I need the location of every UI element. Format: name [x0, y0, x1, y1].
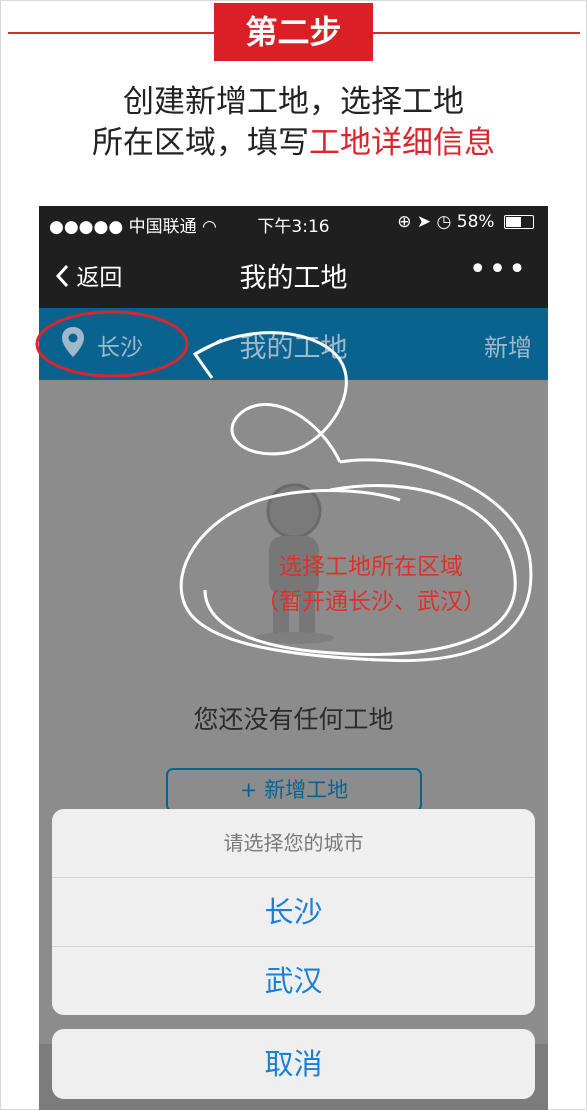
add-site-button[interactable]: + 新增工地 — [166, 768, 422, 812]
intro-highlight: 工地详细信息 — [309, 125, 495, 161]
status-bar: ●●●●● 中国联通 ◠ 下午3:16 ⊕ ➤ ◷ 58% — [39, 206, 548, 238]
nav-bar: 返回 我的工地 ••• — [39, 238, 548, 308]
lock-rotation-icon: ⊕ — [397, 212, 412, 232]
cancel-button[interactable]: 取消 — [52, 1029, 535, 1099]
subheader-title: 我的工地 — [239, 333, 348, 364]
add-site-link[interactable]: 新增 — [484, 328, 532, 363]
header-rule-left — [8, 32, 214, 34]
annotation-line-1: 选择工地所在区域 — [279, 554, 463, 580]
intro-line-2: 所在区域，填写工地详细信息 — [0, 123, 587, 163]
battery-fill — [506, 217, 521, 227]
more-options-button[interactable]: ••• — [469, 252, 528, 287]
intro-line-2-text: 所在区域，填写 — [92, 125, 309, 161]
phone-screen: ●●●●● 中国联通 ◠ 下午3:16 ⊕ ➤ ◷ 58% 返回 我的工地 ••… — [39, 206, 548, 1110]
city-action-sheet: 请选择您的城市 长沙 武汉 — [52, 809, 535, 1015]
site-subheader: 长沙 我的工地 新增 — [39, 308, 548, 380]
location-icon: ➤ — [416, 212, 432, 232]
status-right: ⊕ ➤ ◷ 58% — [397, 212, 534, 232]
step-badge: 第二步 — [214, 3, 373, 61]
battery-percent: 58% — [456, 212, 495, 232]
city-option-wuhan[interactable]: 武汉 — [52, 947, 535, 1015]
annotation-line-2: （暂开通长沙、武汉） — [256, 589, 486, 615]
intro-line-1: 创建新增工地，选择工地 — [123, 84, 464, 120]
city-option-changsha[interactable]: 长沙 — [52, 878, 535, 947]
header-rule-right — [373, 32, 580, 34]
alarm-icon: ◷ — [436, 212, 452, 232]
battery-icon — [504, 215, 534, 229]
action-sheet-title: 请选择您的城市 — [52, 809, 535, 878]
empty-state-message: 您还没有任何工地 — [193, 705, 394, 734]
